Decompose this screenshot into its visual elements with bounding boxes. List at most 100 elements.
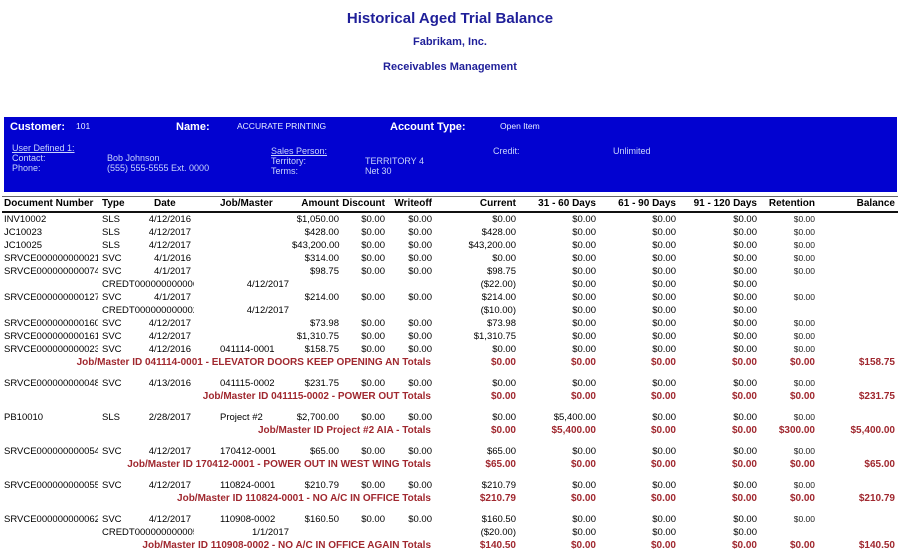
cell-job-master: 110908-0002 — [194, 513, 292, 526]
cell-retention: $0.00 — [760, 513, 818, 526]
credit-apply-row: CREDT0000000000064/12/2017($22.00)$0.00$… — [2, 278, 898, 291]
cell-discount — [342, 278, 388, 291]
cell-date: 4/12/2017 — [144, 317, 194, 330]
cell-retention: $0.00 — [760, 239, 818, 252]
cell-type: SVC — [98, 479, 144, 492]
cell-document-number: JC10023 — [2, 226, 98, 239]
cell-retention: $0.00 — [760, 377, 818, 390]
customer-name: ACCURATE PRINTING — [237, 121, 326, 131]
total-31-60-days: $0.00 — [519, 458, 599, 471]
cell-writeoff: $0.00 — [388, 445, 435, 458]
cell-61-90-days: $0.00 — [599, 479, 679, 492]
job-master-total-row: Job/Master ID 170412-0001 - POWER OUT IN… — [2, 458, 898, 471]
col-balance: Balance — [818, 197, 898, 213]
cell-type: SVC — [98, 377, 144, 390]
job-master-total-label: Job/Master ID 170412-0001 - POWER OUT IN… — [2, 458, 435, 471]
cell-job-master: 041115-0002 — [194, 377, 292, 390]
cell-current: ($10.00) — [435, 304, 519, 317]
cell-job-master — [194, 265, 292, 278]
total-91-120-days: $0.00 — [679, 356, 760, 369]
report-page: Historical Aged Trial Balance Fabrikam, … — [0, 0, 900, 554]
cell-document-number: SRVCE000000000074 — [2, 265, 98, 278]
cell-job-master — [194, 239, 292, 252]
cell-job-master: 110824-0001 — [194, 479, 292, 492]
cell-writeoff — [388, 526, 435, 539]
cell-amount: $1,310.75 — [292, 330, 342, 343]
cell-document-number: SRVCE000000000023 — [2, 343, 98, 356]
cell-amount: $65.00 — [292, 445, 342, 458]
cell-discount: $0.00 — [342, 330, 388, 343]
cell-type: SVC — [98, 291, 144, 304]
total-balance: $158.75 — [818, 356, 898, 369]
cell-91-120-days: $0.00 — [679, 330, 760, 343]
cell-61-90-days: $0.00 — [599, 317, 679, 330]
cell-balance — [818, 479, 898, 492]
cell-amount: $2,700.00 — [292, 411, 342, 424]
cell-31-60-days: $0.00 — [519, 265, 599, 278]
cell-31-60-days: $0.00 — [519, 212, 599, 226]
job-master-total-row: Job/Master ID 110824-0001 - NO A/C IN OF… — [2, 492, 898, 505]
cell-retention: $0.00 — [760, 330, 818, 343]
cell-31-60-days: $0.00 — [519, 252, 599, 265]
cell-job-master — [194, 212, 292, 226]
total-retention: $0.00 — [760, 539, 818, 552]
cell-31-60-days: $0.00 — [519, 226, 599, 239]
credit-apply-date: 4/12/2017 — [194, 304, 292, 317]
cell-job-master: 041114-0001 — [194, 343, 292, 356]
cell-current: $0.00 — [435, 343, 519, 356]
cell-retention: $0.00 — [760, 445, 818, 458]
col-type: Type — [98, 197, 144, 213]
cell-date: 4/1/2016 — [144, 252, 194, 265]
cell-date: 4/12/2017 — [144, 330, 194, 343]
cell-discount: $0.00 — [342, 239, 388, 252]
spacer — [2, 369, 898, 377]
document-row: SRVCE000000000062SVC4/12/2017110908-0002… — [2, 513, 898, 526]
col-retention: Retention — [760, 197, 818, 213]
cell-31-60-days: $0.00 — [519, 278, 599, 291]
cell-31-60-days: $0.00 — [519, 291, 599, 304]
cell-job-master — [194, 330, 292, 343]
cell-91-120-days: $0.00 — [679, 304, 760, 317]
cell-date: 4/12/2016 — [144, 343, 194, 356]
cell-discount: $0.00 — [342, 411, 388, 424]
total-91-120-days: $0.00 — [679, 424, 760, 437]
total-61-90-days: $0.00 — [599, 458, 679, 471]
cell-current: $65.00 — [435, 445, 519, 458]
cell-balance — [818, 377, 898, 390]
cell-91-120-days: $0.00 — [679, 479, 760, 492]
credit-value: Unlimited — [613, 146, 651, 156]
job-master-total-row: Job/Master ID 110908-0002 - NO A/C IN OF… — [2, 539, 898, 552]
cell-type: SVC — [98, 343, 144, 356]
cell-31-60-days: $5,400.00 — [519, 411, 599, 424]
cell-current: $0.00 — [435, 411, 519, 424]
spacer-row — [2, 437, 898, 445]
cell-document-number: SRVCE000000000161 — [2, 330, 98, 343]
col-job-master: Job/Master — [194, 197, 292, 213]
cell-61-90-days: $0.00 — [599, 377, 679, 390]
cell-discount: $0.00 — [342, 212, 388, 226]
cell-31-60-days: $0.00 — [519, 445, 599, 458]
cell-date: 4/13/2016 — [144, 377, 194, 390]
cell-31-60-days: $0.00 — [519, 330, 599, 343]
col-61-90-days: 61 - 90 Days — [599, 197, 679, 213]
cell-amount: $98.75 — [292, 265, 342, 278]
cell-writeoff: $0.00 — [388, 291, 435, 304]
job-master-total-label: Job/Master ID 110824-0001 - NO A/C IN OF… — [2, 492, 435, 505]
cell-balance — [818, 252, 898, 265]
spacer — [2, 403, 898, 411]
cell-discount: $0.00 — [342, 513, 388, 526]
total-current: $210.79 — [435, 492, 519, 505]
cell-retention: $0.00 — [760, 265, 818, 278]
cell-61-90-days: $0.00 — [599, 278, 679, 291]
document-row: SRVCE000000000074SVC4/1/2017$98.75$0.00$… — [2, 265, 898, 278]
cell-document-number: INV10002 — [2, 212, 98, 226]
cell-current: $0.00 — [435, 377, 519, 390]
cell-current: $0.00 — [435, 252, 519, 265]
cell-document-number: SRVCE000000000055 — [2, 479, 98, 492]
total-retention: $300.00 — [760, 424, 818, 437]
cell-writeoff: $0.00 — [388, 226, 435, 239]
total-31-60-days: $0.00 — [519, 539, 599, 552]
cell-61-90-days: $0.00 — [599, 513, 679, 526]
report-table-body: INV10002SLS4/12/2016$1,050.00$0.00$0.00$… — [2, 212, 898, 552]
credit-document-id: CREDT000000000006 — [98, 278, 194, 291]
